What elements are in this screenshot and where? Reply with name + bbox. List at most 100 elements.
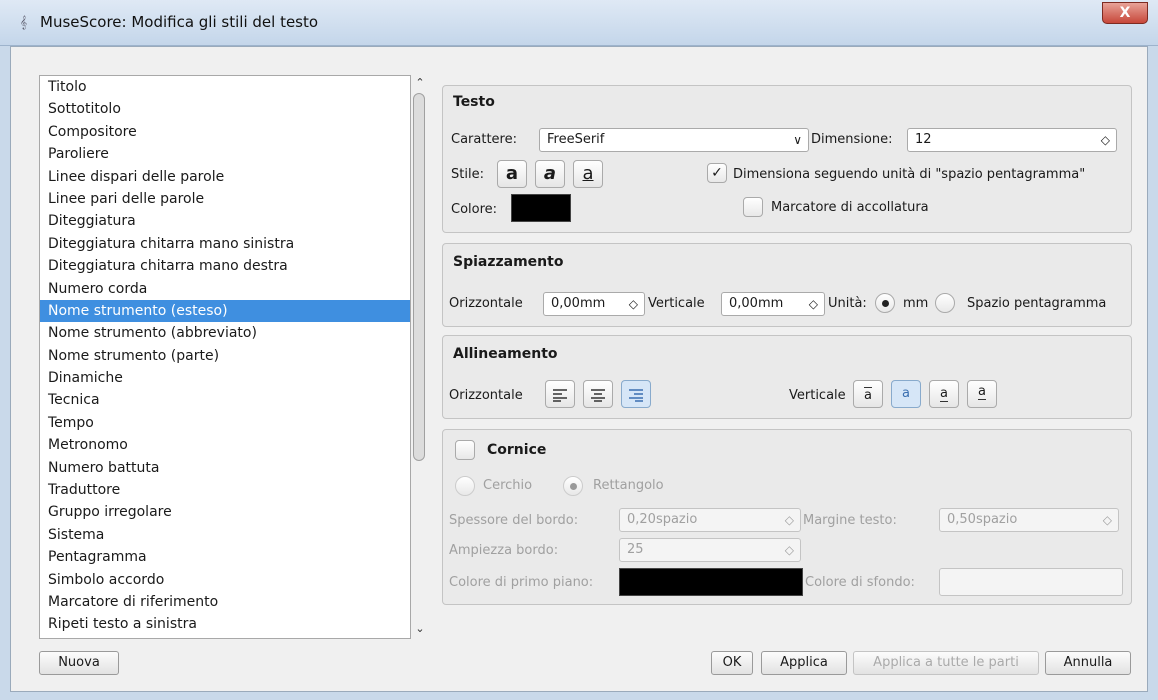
circle-radio[interactable] — [455, 476, 475, 496]
offset-horiz-label: Orizzontale — [449, 296, 523, 311]
unit-mm-radio[interactable] — [875, 293, 895, 313]
frame-checkbox[interactable] — [455, 440, 475, 460]
border-radius-label: Ampiezza bordo: — [449, 543, 559, 558]
list-item[interactable]: Dinamiche — [40, 367, 410, 389]
color-swatch[interactable] — [511, 194, 571, 222]
spiazzamento-group: Spiazzamento Orizzontale 0,00mm ◇ Vertic… — [442, 243, 1132, 327]
text-margin-spinbox[interactable]: 0,50spazio ◇ — [939, 508, 1119, 532]
unit-label: Unità: — [828, 296, 867, 311]
underline-button[interactable]: a — [573, 160, 603, 188]
list-scrollbar[interactable]: ⌃ ⌄ — [411, 75, 429, 639]
dialog-body: Titolo Sottotitolo Compositore Paroliere Lin… — [10, 46, 1148, 692]
list-item[interactable]: Sottotitolo — [40, 98, 410, 120]
border-width-spinbox[interactable]: 0,20spazio ◇ — [619, 508, 801, 532]
offset-vert-value: 0,00mm — [729, 296, 784, 311]
list-item[interactable]: Ripeti testo a sinistra — [40, 613, 410, 635]
list-item[interactable]: Tecnica — [40, 389, 410, 411]
cornice-group: Cornice Cerchio Rettangolo Spessore del … — [442, 429, 1132, 605]
cancel-button[interactable]: Annulla — [1045, 651, 1131, 675]
spinner-icon[interactable]: ◇ — [785, 539, 794, 561]
spinner-icon[interactable]: ◇ — [629, 293, 638, 315]
new-button[interactable]: Nuova — [39, 651, 119, 675]
size-label: Dimensione: — [811, 132, 893, 147]
list-item[interactable]: Metronomo — [40, 434, 410, 456]
rect-label: Rettangolo — [593, 478, 664, 493]
scroll-up-icon[interactable]: ⌃ — [411, 75, 429, 91]
fg-color-swatch[interactable] — [619, 568, 803, 596]
apply-all-button[interactable]: Applica a tutte le parti — [853, 651, 1039, 675]
offset-vert-spinbox[interactable]: 0,00mm ◇ — [721, 292, 825, 316]
spinner-icon[interactable]: ◇ — [1103, 509, 1112, 531]
list-item[interactable]: Linee dispari delle parole — [40, 166, 410, 188]
list-item[interactable]: Gruppo irregolare — [40, 501, 410, 523]
chevron-down-icon: ∨ — [793, 133, 802, 147]
bracket-label: Marcatore di accollatura — [771, 200, 929, 215]
bg-color-swatch[interactable] — [939, 568, 1123, 596]
list-item[interactable]: Pentagramma — [40, 546, 410, 568]
text-margin-value: 0,50spazio — [947, 512, 1018, 527]
list-item[interactable]: Numero corda — [40, 278, 410, 300]
rect-radio[interactable] — [563, 476, 583, 496]
title-bar: 𝄞 MuseScore: Modifica gli stili del test… — [0, 0, 1158, 46]
text-margin-label: Margine testo: — [803, 513, 897, 528]
spinner-icon[interactable]: ◇ — [785, 509, 794, 531]
valign-top-button[interactable]: a — [853, 380, 883, 408]
size-spinbox[interactable]: 12 ◇ — [907, 128, 1117, 152]
scroll-thumb[interactable] — [413, 93, 425, 461]
valign-bottom-icon: a — [978, 384, 986, 400]
allineamento-group: Allineamento Orizzontale Verticale a a a… — [442, 335, 1132, 419]
list-item[interactable]: Sistema — [40, 524, 410, 546]
close-button[interactable]: X — [1102, 2, 1148, 24]
spinner-icon[interactable]: ◇ — [809, 293, 818, 315]
italic-button[interactable]: a — [535, 160, 565, 188]
spinner-icon[interactable]: ◇ — [1101, 129, 1110, 151]
list-item[interactable]: Marcatore di riferimento — [40, 591, 410, 613]
valign-bottom-button[interactable]: a — [967, 380, 997, 408]
list-item[interactable]: Nome strumento (abbreviato) — [40, 322, 410, 344]
bold-button[interactable]: a — [497, 160, 527, 188]
font-combo[interactable]: FreeSerif ∨ — [539, 128, 809, 152]
align-center-button[interactable] — [583, 380, 613, 408]
valign-center-button[interactable]: a — [891, 380, 921, 408]
font-value: FreeSerif — [547, 132, 605, 147]
spatium-checkbox[interactable]: ✓ — [707, 163, 727, 183]
unit-spatium-label: Spazio pentagramma — [967, 296, 1107, 311]
valign-top-icon: a — [864, 387, 872, 403]
color-label: Colore: — [451, 202, 498, 217]
list-item[interactable]: Titolo — [40, 76, 410, 98]
border-radius-value: 25 — [627, 542, 644, 557]
bracket-checkbox[interactable] — [743, 197, 763, 217]
scroll-down-icon[interactable]: ⌄ — [411, 621, 429, 637]
list-item[interactable]: Compositore — [40, 121, 410, 143]
allineamento-title: Allineamento — [453, 346, 558, 362]
offset-horiz-spinbox[interactable]: 0,00mm ◇ — [543, 292, 645, 316]
list-item[interactable]: Diteggiatura chitarra mano sinistra — [40, 233, 410, 255]
bg-color-label: Colore di sfondo: — [805, 575, 915, 590]
offset-vert-label: Verticale — [648, 296, 705, 311]
list-item[interactable]: Simbolo accordo — [40, 569, 410, 591]
fg-color-label: Colore di primo piano: — [449, 575, 594, 590]
apply-button[interactable]: Applica — [761, 651, 847, 675]
align-horiz-label: Orizzontale — [449, 388, 523, 403]
align-left-button[interactable] — [545, 380, 575, 408]
valign-baseline-button[interactable]: a — [929, 380, 959, 408]
unit-spatium-radio[interactable] — [935, 293, 955, 313]
list-item[interactable]: Tempo — [40, 412, 410, 434]
list-item[interactable]: Nome strumento (esteso) — [40, 299, 410, 323]
testo-group: Testo Carattere: FreeSerif ∨ Dimensione:… — [442, 85, 1132, 233]
text-style-list[interactable]: Titolo Sottotitolo Compositore Paroliere Lin… — [39, 75, 411, 639]
list-item[interactable]: Traduttore — [40, 479, 410, 501]
list-item[interactable]: Nome strumento (parte) — [40, 345, 410, 367]
list-item[interactable]: Diteggiatura — [40, 210, 410, 232]
list-item[interactable]: Numero battuta — [40, 457, 410, 479]
align-center-icon — [591, 389, 605, 402]
ok-button[interactable]: OK — [711, 651, 753, 675]
align-right-button[interactable] — [621, 380, 651, 408]
align-right-icon — [629, 389, 643, 402]
list-item[interactable]: Linee pari delle parole — [40, 188, 410, 210]
list-item[interactable]: Diteggiatura chitarra mano destra — [40, 255, 410, 277]
border-radius-spinbox[interactable]: 25 ◇ — [619, 538, 801, 562]
list-item[interactable]: Paroliere — [40, 143, 410, 165]
window-title: MuseScore: Modifica gli stili del testo — [40, 13, 319, 31]
unit-mm-label: mm — [903, 296, 929, 311]
